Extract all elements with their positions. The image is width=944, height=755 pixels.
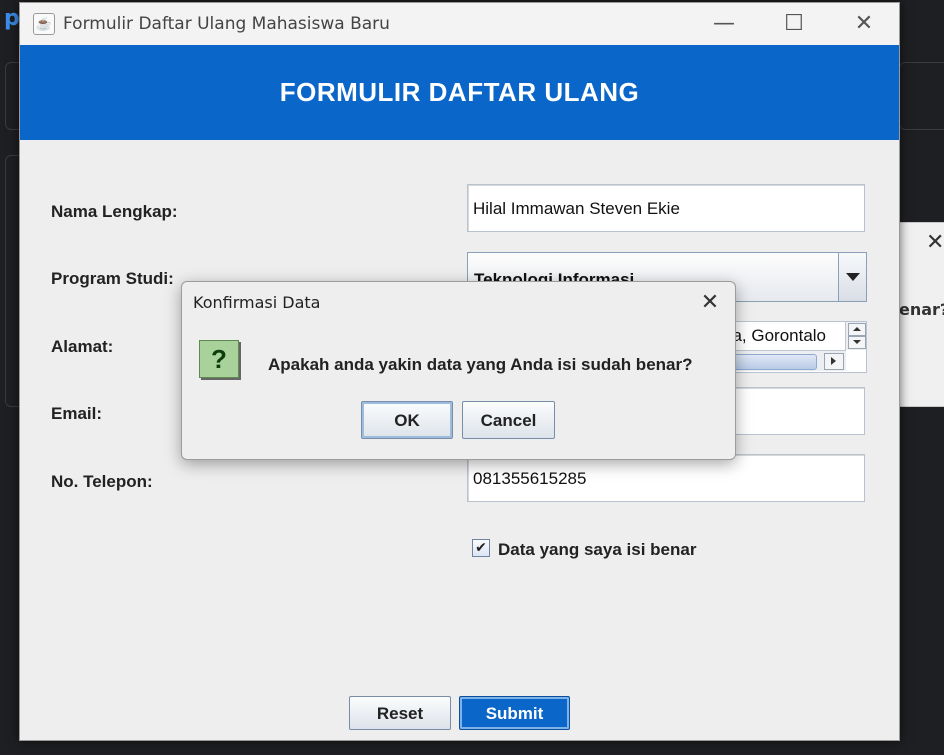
telepon-value: 081355615285 xyxy=(473,469,587,488)
dialog-close-icon[interactable]: ✕ xyxy=(695,288,725,318)
scroll-up-icon[interactable] xyxy=(848,323,866,336)
telepon-label: No. Telepon: xyxy=(51,472,153,491)
nama-field[interactable]: Hilal Immawan Steven Ekie xyxy=(467,184,865,232)
java-app-icon: ☕ xyxy=(33,13,55,35)
chevron-down-icon[interactable] xyxy=(838,253,866,301)
confirm-checkbox[interactable]: ✔ xyxy=(472,539,490,557)
cancel-button[interactable]: Cancel xyxy=(462,401,555,439)
alamat-value: na, Gorontalo xyxy=(723,326,827,345)
background-close-icon: ✕ xyxy=(926,230,944,255)
email-label: Email: xyxy=(51,404,103,423)
dialog-message: Apakah anda yakin data yang Anda isi sud… xyxy=(268,355,693,374)
background-box xyxy=(899,62,944,130)
dialog-title: Konfirmasi Data xyxy=(193,293,321,312)
ok-button[interactable]: OK xyxy=(361,401,453,439)
confirm-dialog: Konfirmasi Data ✕ ? Apakah anda yakin da… xyxy=(181,281,736,460)
header-title: FORMULIR DAFTAR ULANG xyxy=(279,77,640,107)
title-bar[interactable]: ☕ Formulir Daftar Ulang Mahasiswa Baru —… xyxy=(20,3,899,45)
submit-button[interactable]: Submit xyxy=(459,696,570,730)
reset-button[interactable]: Reset xyxy=(349,696,451,730)
background-letter: p xyxy=(4,6,20,31)
close-button[interactable]: ✕ xyxy=(844,9,884,39)
question-icon: ? xyxy=(199,340,239,378)
vertical-scrollbar[interactable] xyxy=(845,322,866,350)
nama-value: Hilal Immawan Steven Ekie xyxy=(473,199,680,218)
nama-label: Nama Lengkap: xyxy=(51,202,178,221)
telepon-field[interactable]: 081355615285 xyxy=(467,454,865,502)
scroll-right-icon[interactable] xyxy=(824,353,844,370)
minimize-button[interactable]: — xyxy=(704,9,744,39)
form-header: FORMULIR DAFTAR ULANG xyxy=(20,45,899,140)
scroll-down-icon[interactable] xyxy=(848,336,866,349)
alamat-label: Alamat: xyxy=(51,337,114,356)
background-dialog-text: enar? xyxy=(899,300,944,319)
maximize-button[interactable]: ☐ xyxy=(774,9,814,39)
confirm-checkbox-label[interactable]: Data yang saya isi benar xyxy=(498,540,696,560)
prodi-label: Program Studi: xyxy=(51,269,174,288)
window-title: Formulir Daftar Ulang Mahasiswa Baru xyxy=(63,14,390,34)
